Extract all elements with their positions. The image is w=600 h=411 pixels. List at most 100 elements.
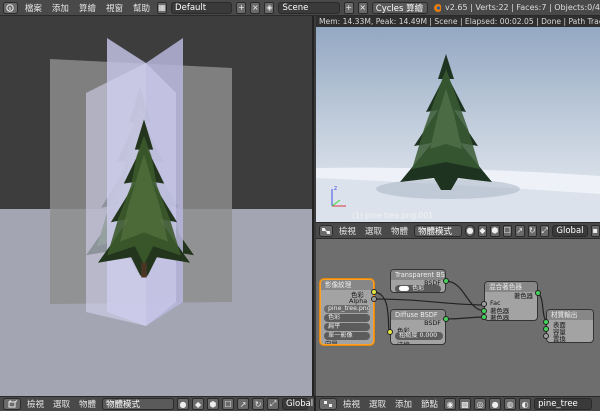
image-file-field[interactable]: pine_tree.png bbox=[324, 305, 370, 313]
mix-fac-socket[interactable] bbox=[481, 301, 487, 307]
node-editor-footer: 檢視 選取 添加 節點 ◉ ▩ ◎ ● ◍ ◐ pine_tree bbox=[316, 396, 600, 411]
viewport-editor-type-button[interactable] bbox=[3, 398, 21, 410]
translate-icon[interactable]: ↗ bbox=[515, 224, 525, 237]
viewport-menu-view[interactable]: 檢視 bbox=[24, 398, 47, 410]
viewport-manipulator-icon[interactable]: ☐ bbox=[222, 398, 235, 410]
projection-dropdown[interactable]: 扁平 bbox=[324, 323, 370, 331]
output-volume-socket[interactable] bbox=[543, 326, 549, 332]
remove-layout-button[interactable]: × bbox=[250, 1, 261, 14]
viewport-translate-icon[interactable]: ↗ bbox=[237, 398, 250, 410]
menu-window[interactable]: 視窗 bbox=[103, 2, 126, 14]
menu-add[interactable]: 添加 bbox=[49, 2, 72, 14]
diffuse-bsdf-node[interactable]: Diffuse BSDF BSDF 色彩 粗糙度 0.000 法線 bbox=[390, 309, 446, 345]
scene-field[interactable]: Scene bbox=[278, 1, 340, 14]
diffuse-color-input-socket[interactable] bbox=[387, 329, 393, 335]
node-editor[interactable]: 影像紋理 色彩 Alpha pine_tree.png 色彩 扁平 單一影像 向… bbox=[316, 239, 600, 396]
image-texture-node[interactable]: 影像紋理 色彩 Alpha pine_tree.png 色彩 扁平 單一影像 向… bbox=[320, 279, 374, 345]
mix-shader-output: 著色器 bbox=[513, 292, 533, 300]
viewport-pivot-icon[interactable]: ◆ bbox=[192, 398, 205, 410]
output-displacement-socket[interactable] bbox=[543, 333, 549, 339]
node-mode-dropdown[interactable]: 物體模式 bbox=[413, 224, 463, 237]
output-surface-socket[interactable] bbox=[543, 319, 549, 325]
render-scene: z bbox=[316, 54, 600, 222]
add-layout-button[interactable]: + bbox=[236, 1, 247, 14]
top-info-bar: 檔案 添加 算繪 視窗 幫助 ▦ Default + × ◈ Scene + ×… bbox=[0, 0, 600, 16]
rotate-icon[interactable]: ↻ bbox=[527, 224, 537, 237]
viewport-header: 檢視 選取 物體 物體模式 ● ◆ ⬢ ☐ ↗ ↻ ⤢ Global bbox=[0, 396, 314, 411]
mix-shader2-socket[interactable] bbox=[481, 314, 487, 320]
shader-nodes-icon[interactable]: ◉ bbox=[444, 398, 457, 410]
viewport-layers-icon[interactable]: ⬢ bbox=[207, 398, 220, 410]
output-displacement-input: 置換 bbox=[553, 335, 566, 343]
screen-layout-icon[interactable]: ▦ bbox=[156, 1, 168, 14]
compositing-nodes-icon[interactable]: ◎ bbox=[474, 398, 487, 410]
material-output-node[interactable]: 材質輸出 表面 容量 置換 bbox=[546, 309, 594, 343]
cube-icon bbox=[8, 400, 17, 408]
texture-nodes-icon[interactable]: ▩ bbox=[459, 398, 472, 410]
material-name-field[interactable]: pine_tree bbox=[534, 398, 593, 410]
footer-menu-node[interactable]: 節點 bbox=[418, 398, 441, 410]
image-texture-input-vector: 向量 bbox=[325, 340, 338, 345]
viewport-scene bbox=[50, 38, 232, 326]
info-editor-type-button[interactable] bbox=[3, 1, 18, 14]
info-icon bbox=[6, 3, 15, 12]
footer-menu-view[interactable]: 檢視 bbox=[340, 398, 363, 410]
scale-icon[interactable]: ⤢ bbox=[539, 224, 550, 237]
world-shader-icon[interactable]: ◍ bbox=[504, 398, 517, 410]
node-menu-object[interactable]: 物體 bbox=[388, 225, 411, 237]
color-mode-dropdown[interactable]: 色彩 bbox=[324, 314, 370, 322]
add-scene-button[interactable]: + bbox=[343, 1, 354, 14]
footer-editor-type-button[interactable] bbox=[319, 398, 337, 410]
image-texture-output-alpha: Alpha bbox=[349, 297, 368, 305]
transparent-bsdf-node[interactable]: Transparent BS BSDF 色彩 bbox=[390, 269, 446, 293]
viewport-rotate-icon[interactable]: ↻ bbox=[252, 398, 265, 410]
shading-sphere-icon[interactable]: ● bbox=[465, 224, 475, 237]
render-object-label: (1) pine tree.png.001 bbox=[352, 211, 434, 220]
pivot-icon[interactable]: ◆ bbox=[477, 224, 488, 237]
menu-help[interactable]: 幫助 bbox=[130, 2, 153, 14]
3d-viewport[interactable] bbox=[0, 16, 314, 396]
node-menu-select[interactable]: 選取 bbox=[362, 225, 385, 237]
menu-file[interactable]: 檔案 bbox=[22, 2, 45, 14]
node-editor-header: 檢視 選取 物體 物體模式 ● ◆ ⬢ ☐ ↗ ↻ ⤢ Global ▪ bbox=[316, 222, 600, 239]
render-engine-dropdown[interactable]: Cycles 算繪 bbox=[371, 1, 429, 14]
viewport-menu-select[interactable]: 選取 bbox=[50, 398, 73, 410]
remove-scene-button[interactable]: × bbox=[357, 1, 368, 14]
manipulator-toggle-icon[interactable]: ☐ bbox=[502, 224, 513, 237]
screen-layout-field[interactable]: Default bbox=[171, 1, 233, 14]
viewport-shading-icon[interactable]: ● bbox=[177, 398, 190, 410]
node-menu-view[interactable]: 檢視 bbox=[336, 225, 359, 237]
material-browse-icon[interactable]: ◐ bbox=[519, 398, 532, 410]
footer-menu-select[interactable]: 選取 bbox=[366, 398, 389, 410]
svg-text:z: z bbox=[334, 185, 337, 192]
diffuse-normal-input: 法線 bbox=[397, 341, 410, 345]
mix-shader2-input: 著色器 bbox=[490, 314, 510, 321]
image-color-output-socket[interactable] bbox=[371, 289, 377, 295]
mix-shader-node[interactable]: 混合著色器 著色器 Fac 著色器 著色器 bbox=[484, 281, 538, 321]
material-output-title: 材質輸出 bbox=[547, 310, 593, 320]
blender-logo-icon bbox=[434, 4, 442, 12]
scene-stats: v2.65 | Verts:22 | Faces:7 | Objects:0/4 bbox=[445, 3, 600, 12]
roughness-field[interactable]: 粗糙度 0.000 bbox=[395, 332, 443, 340]
mix-output-socket[interactable] bbox=[535, 290, 541, 296]
layer-grid-icon[interactable]: ▪ bbox=[590, 224, 600, 237]
menu-render[interactable]: 算繪 bbox=[76, 2, 99, 14]
diffuse-bsdf-output-socket[interactable] bbox=[443, 316, 449, 322]
transparent-bsdf-output-socket[interactable] bbox=[443, 278, 449, 284]
image-texture-node-title: 影像紋理 bbox=[321, 280, 373, 290]
image-alpha-output-socket[interactable] bbox=[371, 296, 377, 302]
object-shader-icon[interactable]: ● bbox=[489, 398, 502, 410]
layers-icon[interactable]: ⬢ bbox=[490, 224, 500, 237]
viewport-orientation-dropdown[interactable]: Global bbox=[282, 398, 313, 410]
viewport-mode-dropdown[interactable]: 物體模式 bbox=[102, 398, 175, 410]
scene-icon[interactable]: ◈ bbox=[264, 1, 275, 14]
viewport-menu-object[interactable]: 物體 bbox=[76, 398, 99, 410]
transparent-color-label: 色彩 bbox=[412, 285, 425, 292]
footer-menu-add[interactable]: 添加 bbox=[392, 398, 415, 410]
render-view[interactable]: Mem: 14.33M, Peak: 14.49M | Scene | Elap… bbox=[316, 16, 600, 222]
node-editor-type-button[interactable] bbox=[319, 224, 333, 237]
node-orientation-dropdown[interactable]: Global bbox=[552, 224, 588, 237]
diffuse-bsdf-output: BSDF bbox=[424, 319, 441, 327]
viewport-scale-icon[interactable]: ⤢ bbox=[267, 398, 280, 410]
transparent-color-field[interactable]: 色彩 bbox=[395, 285, 441, 292]
